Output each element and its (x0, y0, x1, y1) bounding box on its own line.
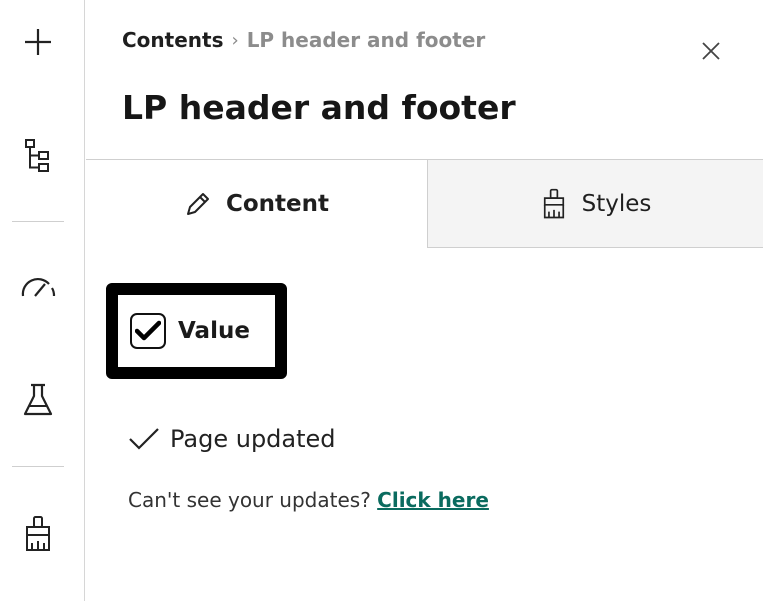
rail-divider (12, 221, 64, 222)
speedometer-icon (21, 277, 56, 297)
flask-icon (23, 383, 53, 416)
brush-icon (543, 188, 564, 218)
value-checkbox-label: Value (178, 318, 250, 344)
close-icon (702, 42, 720, 60)
plus-icon (25, 29, 51, 55)
status-message: Page updated (128, 425, 336, 453)
click-here-link[interactable]: Click here (377, 488, 489, 512)
tab-styles[interactable]: Styles (427, 160, 763, 248)
design-button[interactable] (18, 514, 58, 554)
edit-panel: Contents › LP header and footer LP heade… (86, 0, 763, 601)
brush-icon (26, 516, 50, 551)
updates-hint: Can't see your updates? Click here (128, 488, 489, 512)
breadcrumb: Contents › LP header and footer (122, 28, 485, 52)
breadcrumb-root-link[interactable]: Contents (122, 28, 223, 52)
tab-content-label: Content (225, 191, 330, 217)
page-title: LP header and footer (122, 88, 516, 127)
tab-bar: Content Styles (86, 159, 763, 248)
performance-button[interactable] (18, 268, 58, 308)
checkmark-icon (135, 320, 161, 341)
breadcrumb-separator: › (231, 29, 239, 51)
value-checkbox-field: Value (106, 283, 287, 379)
tree-structure-icon (25, 139, 49, 172)
tab-styles-label: Styles (581, 190, 652, 217)
pencil-icon (186, 193, 209, 215)
close-button[interactable] (696, 36, 726, 66)
app-window: Contents › LP header and footer LP heade… (0, 0, 763, 601)
breadcrumb-current: LP header and footer (246, 28, 486, 52)
value-checkbox[interactable] (130, 313, 166, 349)
check-icon (129, 428, 159, 450)
status-text: Page updated (170, 425, 336, 453)
test-button[interactable] (18, 380, 58, 420)
left-rail (0, 0, 85, 601)
updates-prompt: Can't see your updates? (128, 488, 371, 512)
tab-content[interactable]: Content (86, 160, 427, 248)
structure-button[interactable] (18, 136, 58, 176)
add-button[interactable] (18, 22, 58, 62)
rail-divider (12, 466, 64, 467)
